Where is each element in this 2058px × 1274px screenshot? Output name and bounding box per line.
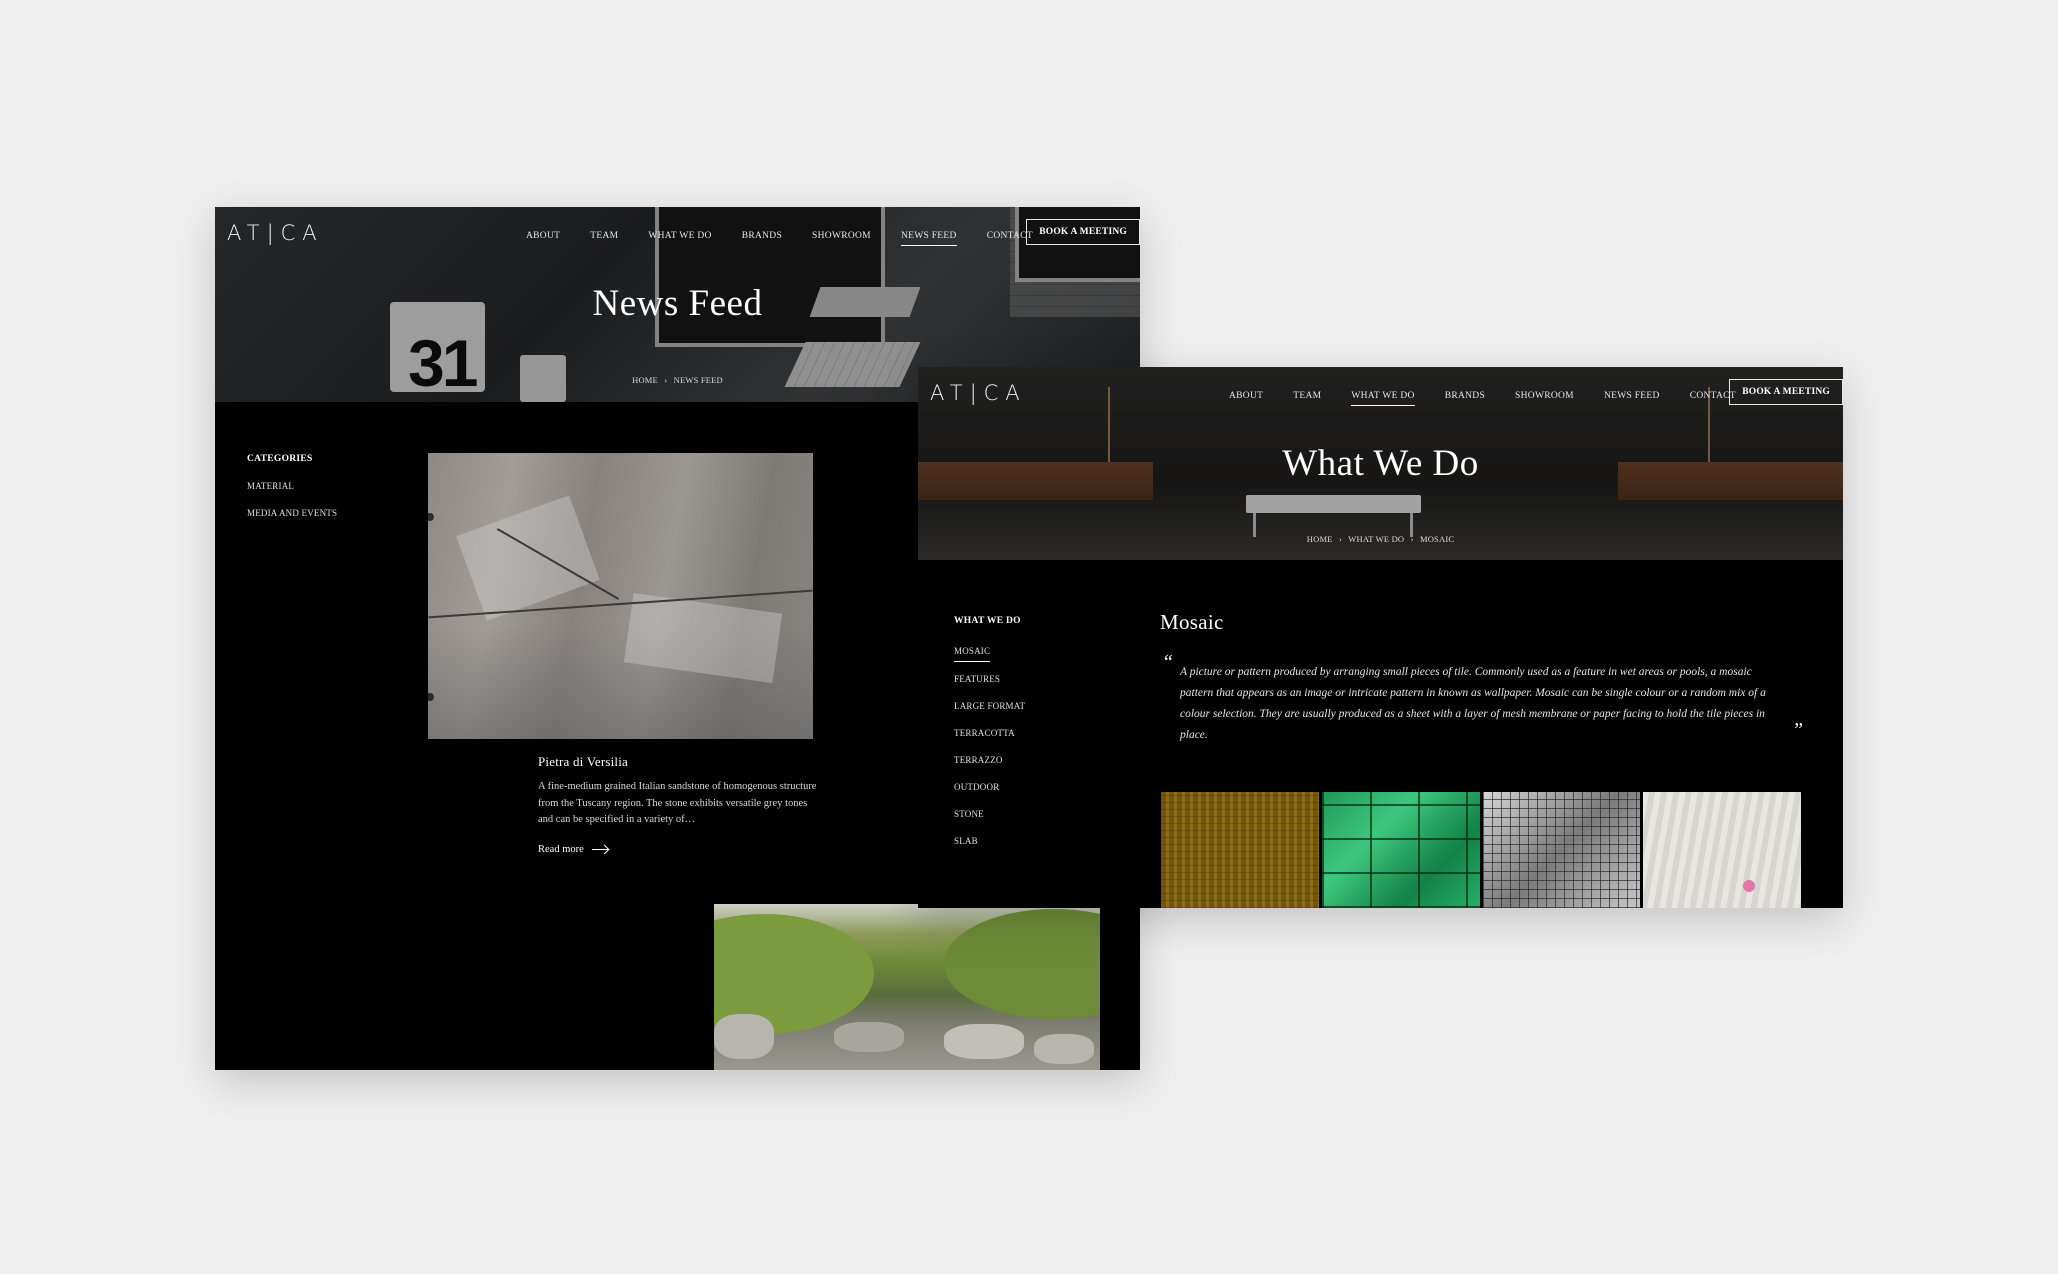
- gallery-image-steel-mosaic[interactable]: [1482, 792, 1641, 908]
- read-more-label: Read more: [538, 844, 584, 855]
- stone: [944, 1024, 1024, 1059]
- nav-what-we-do[interactable]: WHAT WE DO: [1351, 387, 1415, 406]
- stone: [1034, 1034, 1094, 1064]
- category-media-and-events[interactable]: MEDIA AND EVENTS: [247, 508, 337, 518]
- section-title: Mosaic: [1160, 610, 1224, 634]
- rock-hole: [428, 513, 434, 521]
- gallery-image-white-tiles[interactable]: [1643, 792, 1801, 908]
- sidebar-item-terracotta[interactable]: TERRACOTTA: [954, 728, 1025, 738]
- arrow-right-icon: [591, 849, 608, 850]
- nav-what-we-do[interactable]: WHAT WE DO: [648, 227, 711, 246]
- mosaic-gallery: [1161, 792, 1801, 908]
- quote-open-icon: “: [1162, 651, 1174, 673]
- quote-close-icon: ”: [1792, 719, 1804, 741]
- main-nav: ABOUT TEAM WHAT WE DO BRANDS SHOWROOM NE…: [1214, 387, 1751, 406]
- nav-brands[interactable]: BRANDS: [1445, 387, 1485, 406]
- what-we-do-hero-banner: AT|CA ABOUT TEAM WHAT WE DO BRANDS SHOWR…: [918, 367, 1843, 560]
- read-more-link[interactable]: Read more: [538, 844, 608, 855]
- breadcrumb-home[interactable]: HOME: [632, 375, 658, 385]
- nav-news-feed[interactable]: NEWS FEED: [900, 227, 957, 246]
- breadcrumb-mosaic[interactable]: MOSAIC: [1420, 534, 1454, 544]
- book-meeting-button[interactable]: BOOK A MEETING: [1729, 379, 1843, 405]
- sidebar-item-slab[interactable]: SLAB: [954, 836, 1025, 846]
- stone: [714, 1014, 774, 1059]
- gallery-image-green-tiles[interactable]: [1321, 792, 1480, 908]
- page-title: News Feed: [592, 283, 763, 324]
- page-title: What We Do: [1282, 443, 1479, 484]
- mosaic-description: A picture or pattern produced by arrangi…: [1180, 666, 1766, 741]
- hill: [944, 909, 1100, 1019]
- what-we-do-page: AT|CA ABOUT TEAM WHAT WE DO BRANDS SHOWR…: [918, 367, 1843, 908]
- nav-news-feed[interactable]: NEWS FEED: [1604, 387, 1660, 406]
- nav-about[interactable]: ABOUT: [526, 227, 560, 246]
- breadcrumb-what-we-do[interactable]: WHAT WE DO: [1348, 534, 1404, 544]
- article-excerpt: A fine-medium grained Italian sandstone …: [538, 781, 817, 825]
- sidebar-item-outdoor[interactable]: OUTDOOR: [954, 782, 1025, 792]
- rock-streak: [623, 592, 783, 684]
- sidebar-item-stone[interactable]: STONE: [954, 809, 1025, 819]
- breadcrumb-home[interactable]: HOME: [1307, 534, 1333, 544]
- article-image-mountain-stream[interactable]: [714, 904, 1100, 1070]
- nav-brands[interactable]: BRANDS: [742, 227, 782, 246]
- nav-team[interactable]: TEAM: [1293, 387, 1321, 406]
- chevron-right-icon: ›: [664, 375, 668, 385]
- nav-team[interactable]: TEAM: [590, 227, 618, 246]
- breadcrumb-news-feed[interactable]: NEWS FEED: [674, 375, 723, 385]
- stone: [834, 1022, 904, 1052]
- sidebar-item-mosaic[interactable]: MOSAIC: [954, 646, 991, 662]
- atica-logo[interactable]: AT|CA: [227, 221, 324, 245]
- chevron-right-icon: ›: [1338, 534, 1342, 544]
- sidebar-item-features[interactable]: FEATURES: [954, 674, 1025, 684]
- nav-about[interactable]: ABOUT: [1229, 387, 1263, 406]
- nav-showroom[interactable]: SHOWROOM: [1515, 387, 1574, 406]
- article-image-stone-quarry[interactable]: [428, 453, 813, 739]
- what-we-do-heading: WHAT WE DO: [954, 616, 1021, 626]
- orchid-image: [1743, 880, 1756, 892]
- sidebar-item-terrazzo[interactable]: TERRAZZO: [954, 755, 1025, 765]
- book-meeting-button[interactable]: BOOK A MEETING: [1026, 219, 1140, 245]
- categories-sidebar: CATEGORIES MATERIAL MEDIA AND EVENTS: [247, 454, 337, 518]
- category-material[interactable]: MATERIAL: [247, 481, 337, 491]
- rock-streak: [456, 495, 600, 621]
- sidebar-item-large-format[interactable]: LARGE FORMAT: [954, 701, 1025, 711]
- gallery-image-gold-mosaic[interactable]: [1161, 792, 1319, 908]
- faucet-image: [1557, 804, 1584, 864]
- categories-heading: CATEGORIES: [247, 454, 313, 464]
- chevron-right-icon: ›: [1410, 534, 1414, 544]
- breadcrumb: HOME › WHAT WE DO › MOSAIC: [918, 534, 1843, 544]
- rock-hole: [428, 693, 434, 701]
- nav-showroom[interactable]: SHOWROOM: [812, 227, 871, 246]
- main-nav: ABOUT TEAM WHAT WE DO BRANDS SHOWROOM NE…: [511, 227, 1048, 246]
- atica-logo[interactable]: AT|CA: [930, 381, 1027, 405]
- article-title[interactable]: Pietra di Versilia: [538, 754, 628, 770]
- what-we-do-sidebar: WHAT WE DO MOSAIC FEATURES LARGE FORMAT …: [954, 616, 1025, 846]
